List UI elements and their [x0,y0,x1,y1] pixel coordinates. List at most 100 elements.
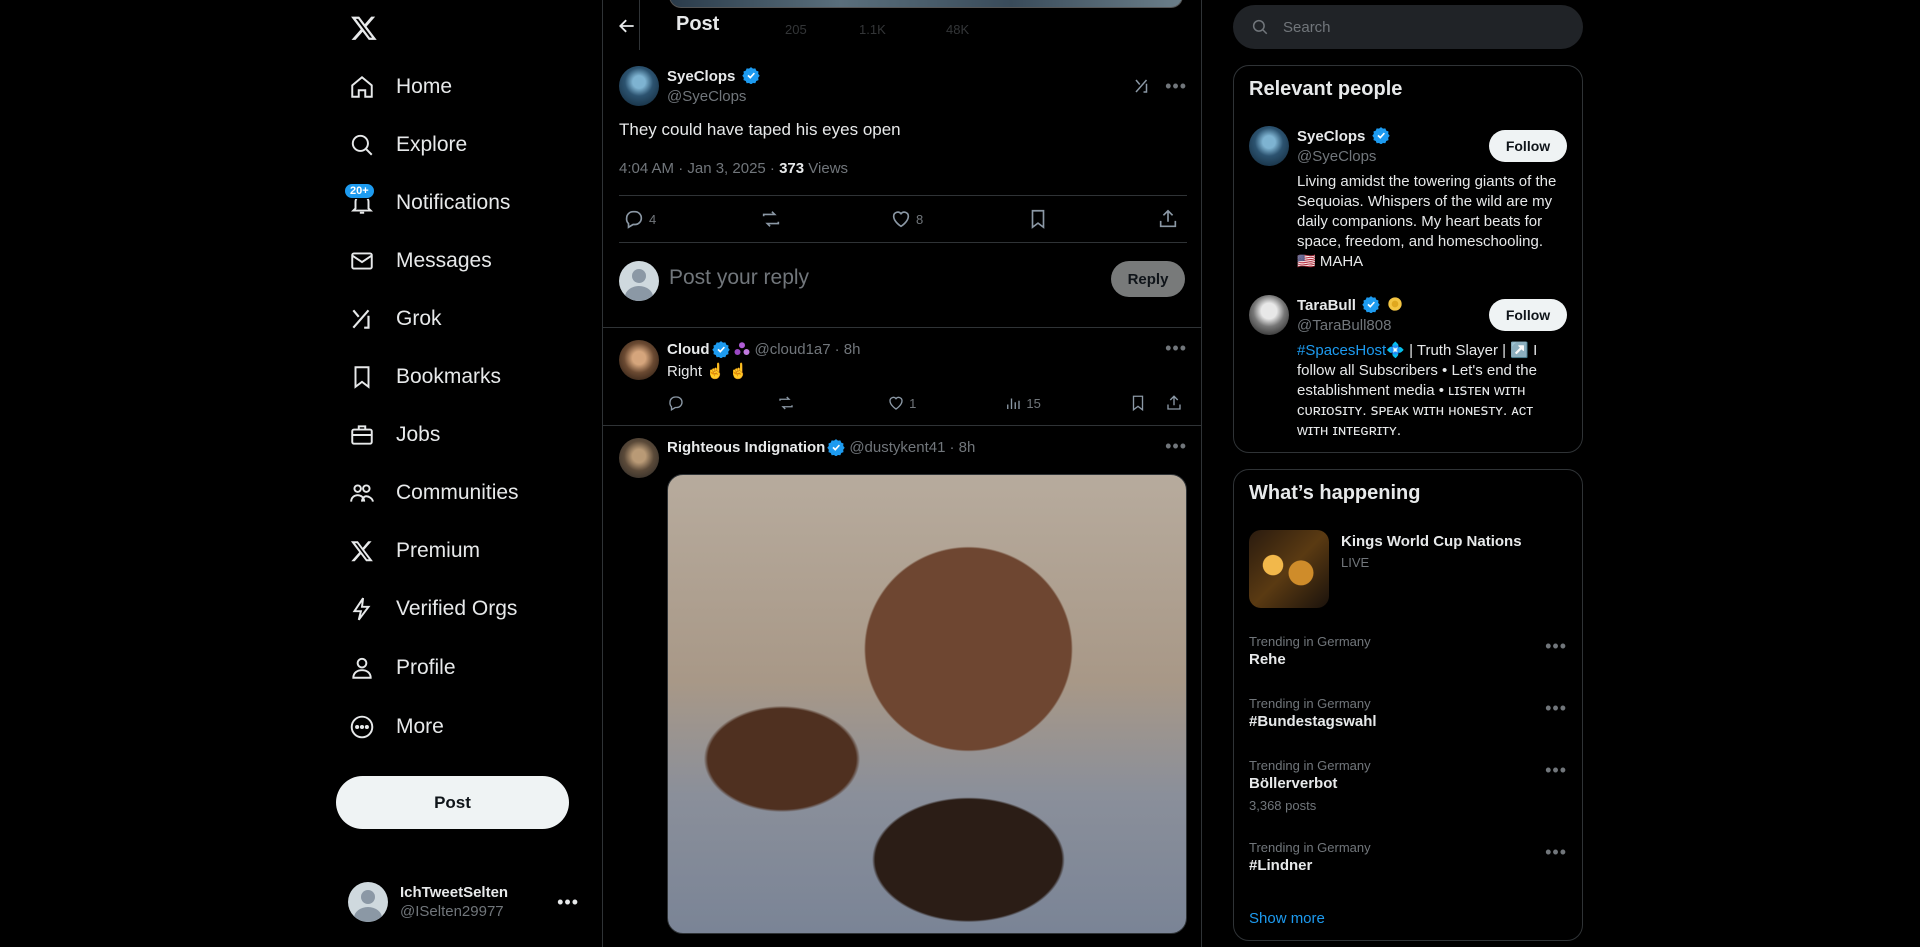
person-handle[interactable]: @TaraBull808 [1297,316,1403,336]
author-name[interactable]: SyeClops [667,68,735,85]
nav-more[interactable]: More [336,702,456,752]
person-card[interactable]: TaraBull @TaraBull808 Follow #SpacesHost… [1249,295,1567,445]
reply-time[interactable]: · 8h [949,439,975,456]
more-dots-icon[interactable]: ••• [1545,760,1567,781]
panel-title: What’s happening [1249,482,1421,504]
x-logo-icon [348,537,376,565]
reply-item[interactable]: Cloud @cloud1a7 · 8h ••• Right ☝️ ☝️ 1 1… [603,328,1201,426]
nav-label: Communities [396,481,519,504]
reply-author-name[interactable]: Cloud [667,341,710,358]
live-event[interactable]: Kings World Cup Nations LIVE [1249,530,1567,610]
relevant-people-panel: Relevant people SyeClops @SyeClops Follo… [1233,65,1583,453]
account-switcher[interactable]: IchTweetSelten @ISelten29977 ••• [336,872,591,932]
nav-communities[interactable]: Communities [336,468,531,518]
follow-button[interactable]: Follow [1489,130,1567,162]
grok-icon [348,305,376,333]
back-button[interactable] [613,12,641,40]
nav-premium[interactable]: Premium [336,526,492,576]
trend-item[interactable]: Trending in Germany #Bundestagswahl ••• [1249,696,1567,730]
author-handle[interactable]: @SyeClops [667,87,1133,107]
nav-label: Home [396,75,453,98]
share-icon [1159,209,1177,228]
reply-action[interactable]: 4 [623,208,656,230]
nav-label: More [396,715,444,738]
share-icon [1167,395,1181,410]
ghost-like-count: 1.1K [859,22,886,37]
nav-jobs[interactable]: Jobs [336,410,452,460]
retweet-action[interactable] [760,208,786,230]
nav-grok[interactable]: Grok [336,294,454,344]
reply-author-handle[interactable]: @cloud1a7 [755,341,831,358]
nav-notifications[interactable]: 20+ Notifications [336,178,522,228]
avatar[interactable] [619,438,659,478]
more-dots-icon[interactable]: ••• [1165,436,1187,457]
event-status: LIVE [1341,555,1370,570]
arrow-left-icon [619,19,634,33]
share-action[interactable] [1157,208,1183,230]
post-action-bar: 4 8 [619,195,1187,243]
more-dots-icon[interactable]: ••• [1165,76,1187,97]
reply-item[interactable]: Righteous Indignation @dustykent41 · 8h … [603,426,1201,947]
reply-count: 4 [649,211,657,227]
reply-input[interactable]: Post your reply [669,266,809,290]
hashtag-link[interactable]: #SpacesHost [1297,342,1386,359]
follow-button[interactable]: Follow [1489,299,1567,331]
reply-time[interactable]: · 8h [835,341,861,358]
search-input[interactable]: Search [1233,5,1583,49]
comment-icon [625,210,643,229]
post-text: They could have taped his eyes open [619,120,901,139]
verified-badge-icon [827,439,846,456]
person-card[interactable]: SyeClops @SyeClops Follow Living amidst … [1249,126,1567,286]
avatar[interactable] [1249,126,1289,166]
avatar[interactable] [619,340,659,380]
person-name[interactable]: SyeClops [1297,128,1365,145]
reply-author-name[interactable]: Righteous Indignation [667,439,825,456]
avatar[interactable] [1249,295,1289,335]
x-logo-icon[interactable] [344,8,384,48]
more-dots-icon[interactable]: ••• [557,892,579,913]
nav-messages[interactable]: Messages [336,236,504,286]
nav-explore[interactable]: Explore [336,120,479,170]
like-action[interactable]: 8 [890,208,923,230]
bookmark-action[interactable] [1027,208,1053,230]
app-root: Home Explore 20+ Notifications Messages … [0,0,1920,947]
event-title: Kings World Cup Nations [1341,533,1522,550]
avatar [619,261,659,301]
reply-media-image[interactable] [667,474,1187,934]
whats-happening-panel: What’s happening Kings World Cup Nations… [1233,469,1583,941]
nav-home[interactable]: Home [336,62,464,112]
more-dots-icon[interactable]: ••• [1545,698,1567,719]
nav-verified-orgs[interactable]: Verified Orgs [336,584,529,634]
retweet-icon [779,396,793,410]
nav-label: Bookmarks [396,365,502,388]
more-dots-icon[interactable]: ••• [1545,636,1567,657]
notification-badge: 20+ [344,183,375,199]
nav-bookmarks[interactable]: Bookmarks [336,352,513,402]
nav-profile[interactable]: Profile [336,643,468,693]
grok-icon[interactable] [1133,77,1151,95]
views-action[interactable]: 15 [1004,394,1041,412]
trend-item[interactable]: Trending in Germany Rehe ••• [1249,634,1567,668]
more-dots-icon[interactable]: ••• [1545,842,1567,863]
trend-item[interactable]: Trending in Germany Böllerverbot 3,368 p… [1249,758,1567,813]
affiliate-badge-icon [734,342,749,355]
bookmark-action[interactable] [1129,394,1151,412]
post-button[interactable]: Post [336,776,569,829]
retweet-action[interactable] [777,394,799,412]
trend-item[interactable]: Trending in Germany #Lindner ••• [1249,840,1567,874]
reply-action[interactable] [667,394,689,412]
like-action[interactable]: 1 [887,394,916,412]
show-more-link[interactable]: Show more [1249,910,1325,927]
reply-author-handle[interactable]: @dustykent41 [849,439,945,456]
reply-action-bar: 1 15 [667,394,1187,412]
person-name[interactable]: TaraBull [1297,297,1356,314]
person-handle[interactable]: @SyeClops [1297,147,1390,167]
post-time[interactable]: 4:04 AM · Jan 3, 2025 · [619,160,779,177]
nav-label: Premium [396,539,481,562]
more-dots-icon[interactable]: ••• [1165,338,1187,359]
avatar[interactable] [619,66,659,106]
briefcase-icon [348,421,376,449]
share-action[interactable] [1165,394,1187,412]
mail-icon [348,247,376,275]
reply-button[interactable]: Reply [1111,261,1185,297]
